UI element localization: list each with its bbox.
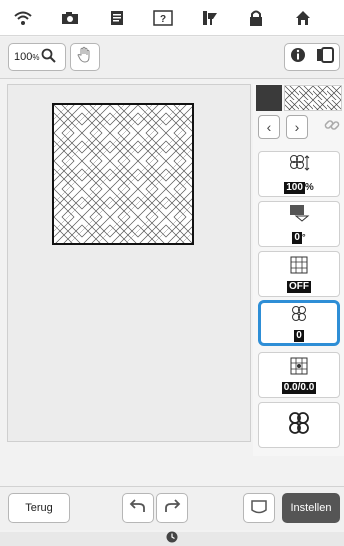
set-label: Instellen [290,502,332,514]
offset-grid-icon [289,357,309,380]
screen-icon[interactable] [316,46,334,68]
frame-icon [250,499,268,518]
next-button[interactable]: › [286,115,308,139]
basket-weave-pattern[interactable] [52,103,194,245]
undo-button[interactable] [122,493,154,523]
hand-button[interactable] [70,43,100,71]
info-icon[interactable] [290,47,306,68]
size-tool[interactable]: 100% [258,151,340,197]
camera-icon[interactable] [57,7,83,29]
frame-button[interactable] [243,493,275,523]
spacing-value: 0 [294,329,304,342]
repeat-tool[interactable]: OFF [258,251,340,297]
home-icon[interactable] [290,7,316,29]
angle-value-label: 0 ° [292,227,306,245]
angle-unit: ° [301,231,306,242]
pattern-preview[interactable] [284,85,342,111]
chevron-left-icon: ‹ [266,119,272,135]
clock-icon [166,530,178,546]
set-button[interactable]: Instellen [282,493,340,523]
redo-button[interactable] [156,493,188,523]
info-button-group[interactable] [284,43,340,71]
offset-value: 0.0/0.0 [281,381,317,394]
size-icon [288,154,310,177]
back-button[interactable]: Terug [8,493,70,523]
large-flower-icon [286,411,312,440]
grid-repeat-icon [289,256,309,279]
size-value: 100 [284,181,305,194]
link-icon [323,116,341,139]
document-icon[interactable] [104,7,130,29]
angle-value: 0 [292,231,302,244]
offset-tool[interactable]: 0.0/0.0 [258,352,340,398]
zoom-button[interactable]: 100% [8,43,66,71]
color-swatch[interactable] [256,85,282,111]
flower-icon [289,305,309,328]
view-toolbar: 100% [0,37,344,79]
wifi-icon[interactable] [10,7,36,29]
thread-icon[interactable] [197,7,223,29]
chevron-right-icon: › [294,119,300,135]
spacing-tool[interactable]: 0 [258,300,340,346]
magnifier-icon [41,48,57,67]
redo-icon [162,498,182,518]
previous-button[interactable]: ‹ [258,115,280,139]
rotate-icon [288,204,310,227]
link-button[interactable] [321,115,343,139]
undo-icon [128,498,148,518]
zoom-value: 100 [14,51,33,63]
pattern-tool[interactable] [258,402,340,448]
zoom-unit: % [32,52,40,62]
status-bar [0,530,344,546]
lock-icon[interactable] [243,7,269,29]
top-bar: ? [0,0,344,36]
svg-text:?: ? [160,14,166,25]
toggle-value: OFF [287,280,311,293]
size-value-label: 100% [284,177,314,195]
size-unit: % [304,181,314,193]
rotate-tool[interactable]: 0 ° [258,201,340,247]
hand-icon [77,46,93,69]
help-icon[interactable]: ? [150,7,176,29]
back-label: Terug [25,502,53,514]
